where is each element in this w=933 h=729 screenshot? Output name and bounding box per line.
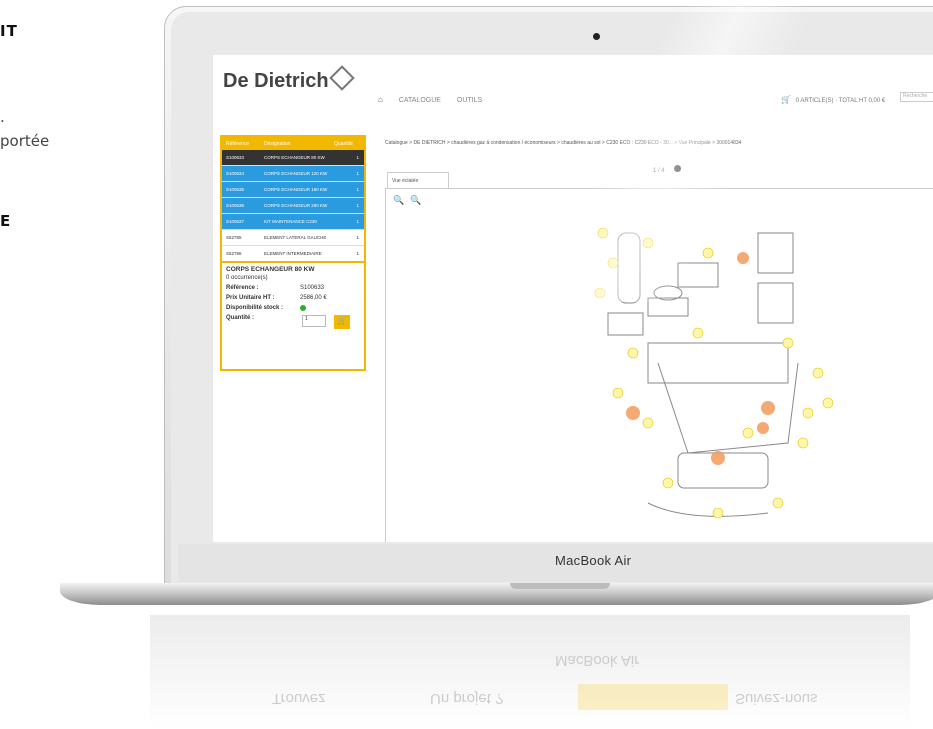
cell-qty: 1 [356, 203, 359, 208]
cell-ref: S100636 [226, 203, 245, 208]
tab-exploded-view[interactable]: Vue éclatée [387, 172, 449, 188]
cell-name: CORPS ECHANGEUR 160 KW [264, 187, 328, 192]
camera-icon [593, 33, 600, 40]
nav-outils[interactable]: OUTILS [457, 97, 482, 104]
table-row[interactable]: S100637 KIT MAINTENANCE C230 1 [222, 214, 364, 230]
table-row[interactable]: S52785 ELEMENT LATERAL GAUCHE 1 [222, 230, 364, 246]
quantity-input[interactable]: 1 [302, 315, 326, 327]
quantity-label: Quantité : [226, 315, 254, 321]
cell-name: ELEMENT INTERMEDIAIRE [264, 251, 322, 256]
left-heading-fragment: IT [0, 22, 18, 40]
cell-name: CORPS ECHANGEUR 120 KW [264, 171, 328, 176]
next-page-icon[interactable] [674, 165, 682, 172]
parts-panel: Référence Désignation Quantité S100633 CO… [220, 135, 366, 371]
logo-diamond-icon [329, 65, 355, 91]
col-header-reference: Référence [226, 140, 250, 147]
stock-label: Disponibilité stock : [226, 305, 284, 311]
breadcrumb[interactable]: Catalogue > DE DIETRICH > chaudières gaz… [385, 140, 741, 146]
cell-ref: S100637 [226, 219, 245, 224]
cell-qty: 1 [356, 235, 359, 240]
table-row[interactable]: S52786 ELEMENT INTERMEDIAIRE 1 [222, 246, 364, 262]
parts-table-header: Référence Désignation Quantité [222, 137, 364, 150]
brand-logo[interactable]: De Dietrich [223, 70, 329, 93]
stock-status-icon [300, 305, 306, 311]
cart-icon[interactable]: 🛒 [781, 95, 791, 104]
cell-ref: S100634 [226, 171, 245, 176]
laptop-brand-label: MacBook Air [555, 553, 632, 568]
part-detail: CORPS ECHANGEUR 80 KW 0 occurrence(s) Ré… [222, 261, 364, 332]
laptop-hinge-notch [510, 583, 610, 589]
exploded-parts-diagram[interactable] [588, 203, 838, 542]
zoom-out-icon[interactable]: 🔍 [410, 195, 421, 206]
detail-occurrences: 0 occurrence(s) [226, 275, 268, 281]
reflection-text-3: Un projet ? [430, 690, 504, 707]
cell-name: CORPS ECHANGEUR 200 KW [264, 203, 328, 208]
reflection-text-4: Suivez-nous [735, 690, 818, 707]
price-value: 2586,00 € [300, 295, 327, 301]
left-heading-fragment-2: E [0, 212, 11, 230]
reflection-text-1: MacBook Air [555, 652, 640, 669]
col-header-quantity: Quantité [334, 140, 353, 147]
reference-label: Référence : [226, 285, 259, 291]
top-navigation: ⌂ CATALOGUE OUTILS [378, 95, 496, 104]
nav-catalogue[interactable]: CATALOGUE [399, 97, 441, 104]
reflection-button [578, 684, 728, 710]
cell-name: KIT MAINTENANCE C230 [264, 219, 317, 224]
reflection-text-2: Trouvez [272, 690, 326, 707]
table-row[interactable]: S100634 CORPS ECHANGEUR 120 KW 1 [222, 166, 364, 182]
cell-qty: 1 [356, 251, 359, 256]
col-header-designation: Désignation [264, 140, 291, 147]
cell-name: ELEMENT LATERAL GAUCHE [264, 235, 327, 240]
reference-value: S100633 [300, 285, 325, 291]
cart-summary-text: 0 ARTICLE(S) · TOTAL HT 0,00 € [795, 98, 886, 104]
cell-name: CORPS ECHANGEUR 80 KW [264, 155, 325, 160]
page-indicator: 1 / 4 [653, 168, 665, 174]
search-input[interactable]: Recherche [900, 92, 933, 102]
laptop-base [60, 583, 933, 605]
table-row[interactable]: S100635 CORPS ECHANGEUR 160 KW 1 [222, 182, 364, 198]
zoom-in-icon[interactable]: 🔍 [393, 195, 404, 206]
cell-qty: 1 [356, 171, 359, 176]
pagination: 1 / 4 [653, 165, 682, 174]
cart-summary[interactable]: 🛒 0 ARTICLE(S) · TOTAL HT 0,00 € [781, 95, 885, 104]
add-to-cart-button[interactable]: 🛒 [334, 315, 350, 329]
parts-table-body: S100633 CORPS ECHANGEUR 80 KW 1 S100634 CORP… [222, 150, 364, 262]
detail-title: CORPS ECHANGEUR 80 KW [226, 266, 315, 273]
laptop-screen: De Dietrich ⌂ CATALOGUE OUTILS 🛒 0 ARTIC… [213, 55, 933, 542]
left-text-fragment-2: portée [0, 132, 50, 150]
cell-qty: 1 [356, 155, 359, 160]
floor-reflection [150, 615, 910, 729]
cell-qty: 1 [356, 219, 359, 224]
home-icon[interactable]: ⌂ [378, 95, 383, 104]
cell-ref: S52786 [226, 251, 242, 256]
cell-ref: S100635 [226, 187, 245, 192]
table-row[interactable]: S100636 CORPS ECHANGEUR 200 KW 1 [222, 198, 364, 214]
cell-qty: 1 [356, 187, 359, 192]
left-text-fragment-1: . [0, 108, 5, 126]
cell-ref: S100633 [226, 155, 245, 160]
table-row[interactable]: S100633 CORPS ECHANGEUR 80 KW 1 [222, 150, 364, 166]
cell-ref: S52785 [226, 235, 242, 240]
price-label: Prix Unitaire HT : [226, 295, 275, 301]
